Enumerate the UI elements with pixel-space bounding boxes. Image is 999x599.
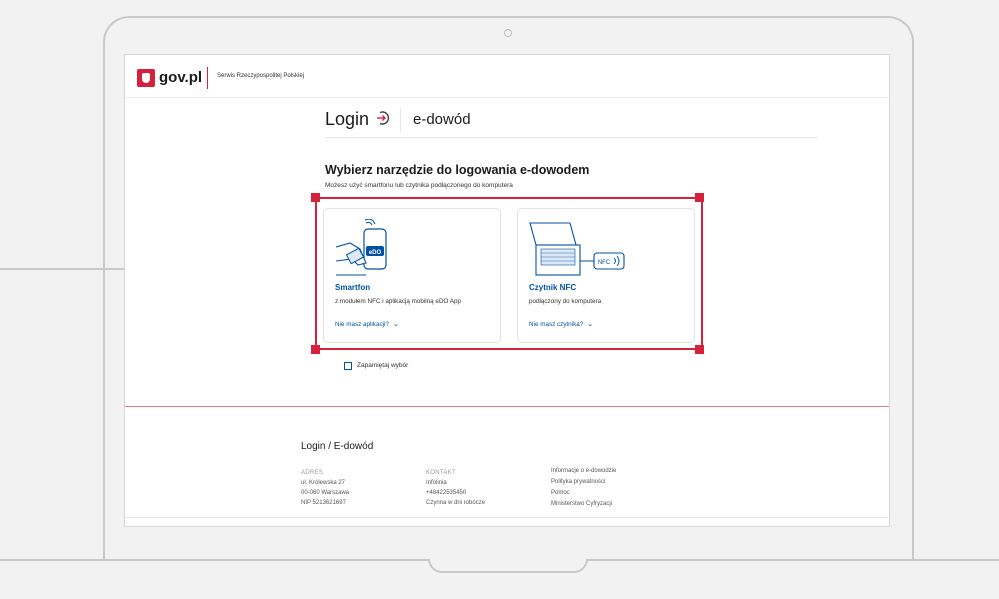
chevron-down-icon: ⌄ bbox=[587, 321, 594, 328]
remember-label: Zapamiętaj wybór bbox=[357, 362, 409, 369]
login-divider bbox=[400, 107, 401, 133]
page-heading: Wybierz narzędzie do logowania e-dowodem bbox=[325, 163, 590, 177]
browser-screen: gov.pl Serwis Rzeczypospolitej Polskiej … bbox=[124, 54, 890, 527]
address-line: ul. Królewska 27 bbox=[301, 480, 346, 486]
footer-address: ADRES ul. Królewska 27 00-060 Warszawa N… bbox=[301, 468, 349, 508]
govpl-logo[interactable]: gov.pl bbox=[159, 69, 202, 86]
edo-illustration-label: eDO bbox=[369, 250, 382, 256]
address-line: 00-060 Warszawa bbox=[301, 490, 350, 496]
card-description: z modułem NFC i aplikacją mobilną eDO Ap… bbox=[335, 298, 461, 305]
top-bar: gov.pl Serwis Rzeczypospolitej Polskiej bbox=[125, 55, 889, 98]
footer-divider bbox=[125, 406, 889, 407]
frame-corner bbox=[311, 193, 320, 202]
nfc-reader-option-card[interactable]: NFC Czytnik NFC podłączony do komputera … bbox=[517, 208, 695, 343]
page-subheading: Możesz użyć smartfonu lub czytnika podłą… bbox=[325, 182, 513, 189]
address-line: NIP 5213621697 bbox=[301, 500, 346, 506]
card-title: Czytnik NFC bbox=[529, 283, 577, 292]
footer-bottom-line bbox=[125, 517, 889, 518]
contact-line: +48422535450 bbox=[426, 490, 467, 496]
chevron-down-icon: ⌄ bbox=[392, 321, 399, 328]
smartphone-option-card[interactable]: eDO Smartfon z modułem NFC i aplikacją m… bbox=[323, 208, 501, 343]
frame-corner bbox=[695, 193, 704, 202]
footer-links: Informacje o e-dowodzie Polityka prywatn… bbox=[551, 466, 616, 510]
no-reader-link[interactable]: Nie masz czytnika? ⌄ bbox=[529, 320, 593, 328]
contact-label: KONTAKT bbox=[426, 470, 456, 476]
footer-link-info[interactable]: Informacje o e-dowodzie bbox=[551, 466, 616, 477]
no-reader-link-label: Nie masz czytnika? bbox=[529, 321, 584, 328]
address-label: ADRES bbox=[301, 470, 324, 476]
card-description: podłączony do komputera bbox=[529, 298, 602, 305]
frame-corner bbox=[311, 345, 320, 354]
logo-separator bbox=[207, 67, 208, 89]
laptop-base-notch bbox=[428, 559, 588, 573]
login-title: Login bbox=[325, 109, 370, 129]
no-app-link[interactable]: Nie masz aplikacji? ⌄ bbox=[335, 320, 399, 328]
login-header: Login e-dowód bbox=[325, 105, 818, 138]
contact-line: Czynna w dni robocze bbox=[426, 500, 486, 506]
login-subtitle: e-dowód bbox=[413, 111, 471, 128]
card-title: Smartfon bbox=[335, 283, 371, 292]
login-arrow-icon bbox=[375, 110, 391, 129]
remember-checkbox[interactable] bbox=[344, 362, 352, 370]
nfc-illustration-label: NFC bbox=[598, 260, 611, 266]
footer-title: Login / E-dowód bbox=[301, 441, 374, 452]
footer-link-ministry[interactable]: Ministerstwo Cyfryzacji bbox=[551, 499, 616, 510]
service-name: Serwis Rzeczypospolitej Polskiej bbox=[217, 73, 305, 79]
no-app-link-label: Nie masz aplikacji? bbox=[335, 321, 389, 328]
polish-emblem-icon bbox=[137, 69, 155, 87]
smartphone-illustration-icon: eDO bbox=[336, 219, 387, 276]
nfc-reader-illustration-icon: NFC bbox=[529, 222, 625, 276]
contact-line: Infolinia bbox=[426, 480, 447, 486]
laptop-camera bbox=[504, 29, 512, 37]
frame-corner bbox=[695, 345, 704, 354]
footer-contact: KONTAKT Infolinia +48422535450 Czynna w … bbox=[426, 468, 485, 508]
footer-link-help[interactable]: Pomoc bbox=[551, 488, 616, 499]
footer-link-privacy[interactable]: Polityka prywatności bbox=[551, 477, 616, 488]
